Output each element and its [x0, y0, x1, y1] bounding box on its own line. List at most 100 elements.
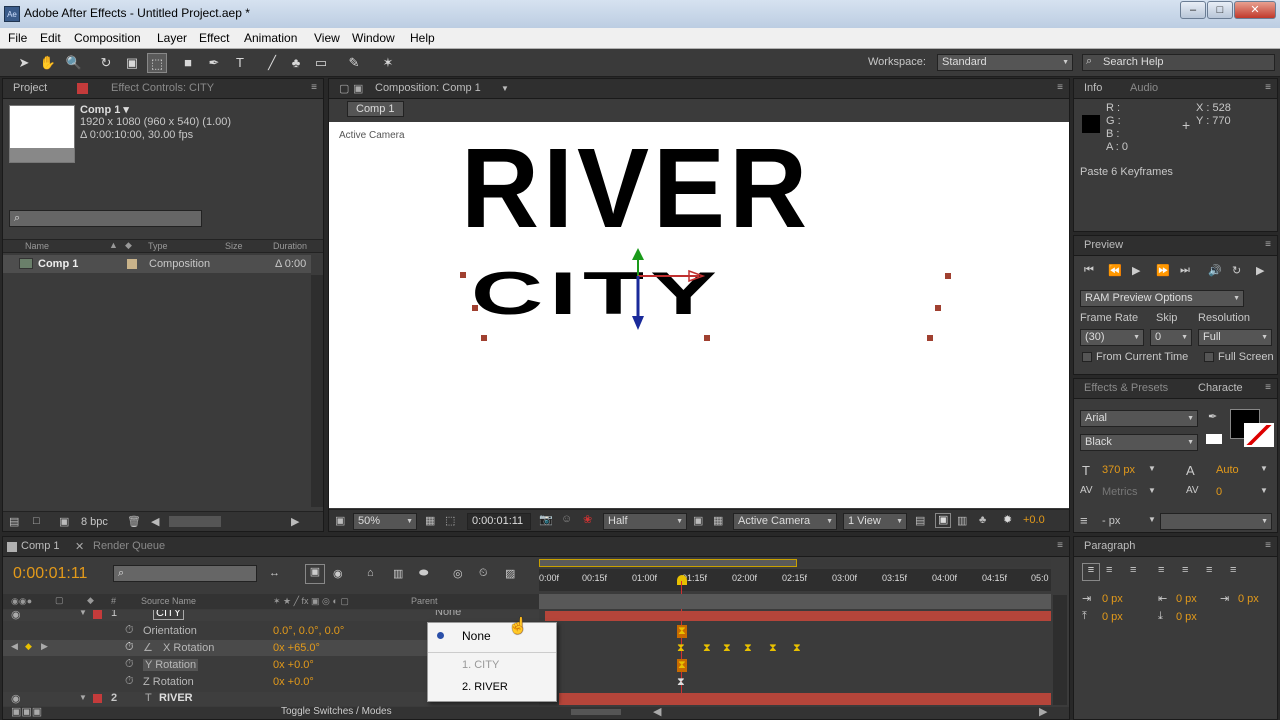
- brainstorm-icon[interactable]: ⬬: [419, 567, 428, 580]
- align-left-icon[interactable]: ≡: [1082, 563, 1100, 581]
- comp-tab-dropdown-icon[interactable]: ▼: [501, 84, 509, 93]
- project-scrollbar[interactable]: [311, 275, 323, 507]
- justify-left-icon[interactable]: ≡: [1158, 564, 1164, 576]
- label-col-icon[interactable]: ◆: [87, 595, 94, 606]
- hand-tool-icon[interactable]: ✋: [38, 53, 58, 73]
- full-screen-checkbox[interactable]: [1204, 352, 1214, 362]
- maximize-button[interactable]: □: [1207, 1, 1233, 19]
- graph-editor-icon[interactable]: ▨: [505, 567, 515, 580]
- align-right-icon[interactable]: ≡: [1130, 564, 1136, 576]
- eraser-tool-icon[interactable]: ▭: [311, 53, 331, 73]
- auto-keyframe-icon[interactable]: ◎: [453, 567, 463, 580]
- panel-menu-icon[interactable]: ≡: [1265, 82, 1271, 93]
- scroll-right-icon[interactable]: ▶: [291, 515, 299, 528]
- scroll-left-icon[interactable]: ◀: [151, 515, 159, 528]
- clone-stamp-tool-icon[interactable]: ♣: [286, 53, 306, 73]
- camera-view-select[interactable]: Active Camera: [733, 513, 837, 530]
- 3d-axis-gizmo[interactable]: [619, 246, 729, 346]
- work-area-bar[interactable]: [539, 559, 797, 567]
- layer-handle[interactable]: [460, 272, 466, 278]
- always-preview-icon[interactable]: ▣: [335, 514, 345, 527]
- layer-name[interactable]: RIVER: [159, 692, 193, 704]
- tab-character[interactable]: Characte: [1198, 382, 1243, 394]
- selection-tool-icon[interactable]: ➤: [14, 53, 34, 73]
- channel-icon[interactable]: ❀: [583, 513, 592, 526]
- ram-preview-options-select[interactable]: RAM Preview Options: [1080, 290, 1244, 307]
- menu-file[interactable]: File: [8, 31, 27, 45]
- layer-handle[interactable]: [472, 305, 478, 311]
- current-time-display[interactable]: 0:00:01:11: [467, 513, 531, 530]
- frame-rate-select[interactable]: (30): [1080, 329, 1144, 346]
- menu-effect[interactable]: Effect: [199, 31, 229, 45]
- shy-icon[interactable]: ◉: [333, 567, 343, 580]
- keyframe-marker[interactable]: ⧗: [744, 642, 752, 655]
- tab-effects-presets[interactable]: Effects & Presets: [1084, 382, 1168, 394]
- next-keyframe-icon[interactable]: ▶: [41, 641, 48, 652]
- justify-center-icon[interactable]: ≡: [1182, 564, 1188, 576]
- search-help-input[interactable]: Search Help: [1082, 54, 1275, 71]
- keyframe-marker[interactable]: ⧗: [677, 625, 687, 638]
- twirl-down-icon[interactable]: ▼: [79, 693, 87, 702]
- layer-bar-city[interactable]: [545, 611, 1051, 621]
- last-frame-icon[interactable]: ⏭: [1180, 264, 1190, 277]
- label-color-icon[interactable]: [93, 610, 102, 619]
- stopwatch-icon[interactable]: ⏱: [125, 675, 134, 688]
- add-keyframe-icon[interactable]: ◆: [25, 641, 32, 652]
- audio-icon[interactable]: 🔊: [1208, 264, 1222, 277]
- layer-handle[interactable]: [935, 305, 941, 311]
- space-before-value[interactable]: 0 px: [1102, 611, 1123, 623]
- bit-depth[interactable]: 8 bpc: [81, 516, 108, 528]
- layer-row-city[interactable]: ◉ ▼ 1 CITY None: [3, 610, 539, 621]
- trash-icon[interactable]: 🗑: [127, 515, 141, 528]
- type-tool-icon[interactable]: T: [230, 53, 250, 73]
- stroke-width-value[interactable]: - px: [1102, 515, 1120, 527]
- exposure-icon[interactable]: ✹: [1003, 513, 1012, 526]
- menu-edit[interactable]: Edit: [40, 31, 61, 45]
- snapshot-icon[interactable]: 📷: [539, 513, 553, 526]
- menu-layer[interactable]: Layer: [157, 31, 187, 45]
- menu-window[interactable]: Window: [352, 31, 395, 45]
- layer-name[interactable]: CITY: [153, 610, 185, 620]
- comp-mini-flowchart-icon[interactable]: ↔: [269, 567, 280, 579]
- draft-3d-icon[interactable]: ▣: [305, 564, 325, 584]
- menu-view[interactable]: View: [314, 31, 340, 45]
- col-type[interactable]: Type: [148, 241, 168, 251]
- current-time-indicator[interactable]: [677, 575, 687, 585]
- font-family-select[interactable]: Arial: [1080, 410, 1198, 427]
- fast-preview-icon[interactable]: ▣: [693, 514, 703, 527]
- close-tab-icon[interactable]: ✕: [75, 540, 84, 553]
- tab-preview[interactable]: Preview: [1084, 239, 1123, 251]
- magnification-select[interactable]: 50%: [353, 513, 417, 530]
- menu-help[interactable]: Help: [410, 31, 435, 45]
- graph-icon[interactable]: ∠: [143, 641, 153, 654]
- resolution-select[interactable]: Half: [603, 513, 687, 530]
- preview-resolution-select[interactable]: Full: [1198, 329, 1272, 346]
- project-search-input[interactable]: ⌕: [9, 210, 202, 227]
- property-value[interactable]: 0x +65.0°: [273, 642, 320, 654]
- panel-menu-icon[interactable]: ≡: [1265, 382, 1271, 393]
- font-size-value[interactable]: 370 px: [1102, 464, 1135, 476]
- layer-handle[interactable]: [481, 335, 487, 341]
- tab-audio[interactable]: Audio: [1130, 82, 1158, 94]
- indent-right-value[interactable]: 0 px: [1176, 593, 1197, 605]
- next-frame-icon[interactable]: ⏩: [1156, 264, 1170, 277]
- visibility-icon[interactable]: ◉: [11, 692, 21, 705]
- keyframe-marker[interactable]: ⧗: [677, 642, 685, 655]
- play-icon[interactable]: ▶: [1132, 264, 1140, 277]
- label-color-icon[interactable]: [93, 694, 102, 703]
- tab-render-queue[interactable]: Render Queue: [93, 540, 165, 552]
- col-size[interactable]: Size: [225, 241, 243, 251]
- tab-composition[interactable]: Composition: Comp 1: [375, 82, 481, 94]
- property-value[interactable]: 0x +0.0°: [273, 659, 314, 671]
- view-layout-select[interactable]: 1 View: [843, 513, 907, 530]
- prev-keyframe-icon[interactable]: ◀: [11, 641, 18, 652]
- panel-menu-icon[interactable]: ≡: [1265, 540, 1271, 551]
- workspace-select[interactable]: Standard: [937, 54, 1073, 71]
- timeline-icon[interactable]: ▥: [957, 514, 967, 527]
- leading-dropdown-icon[interactable]: ▼: [1260, 464, 1268, 473]
- tab-comp1[interactable]: Comp 1: [21, 540, 60, 552]
- layer-handle[interactable]: [945, 273, 951, 279]
- brush-tool-icon[interactable]: ╱: [262, 53, 282, 73]
- align-center-icon[interactable]: ≡: [1106, 564, 1112, 576]
- menu-composition[interactable]: Composition: [74, 31, 141, 45]
